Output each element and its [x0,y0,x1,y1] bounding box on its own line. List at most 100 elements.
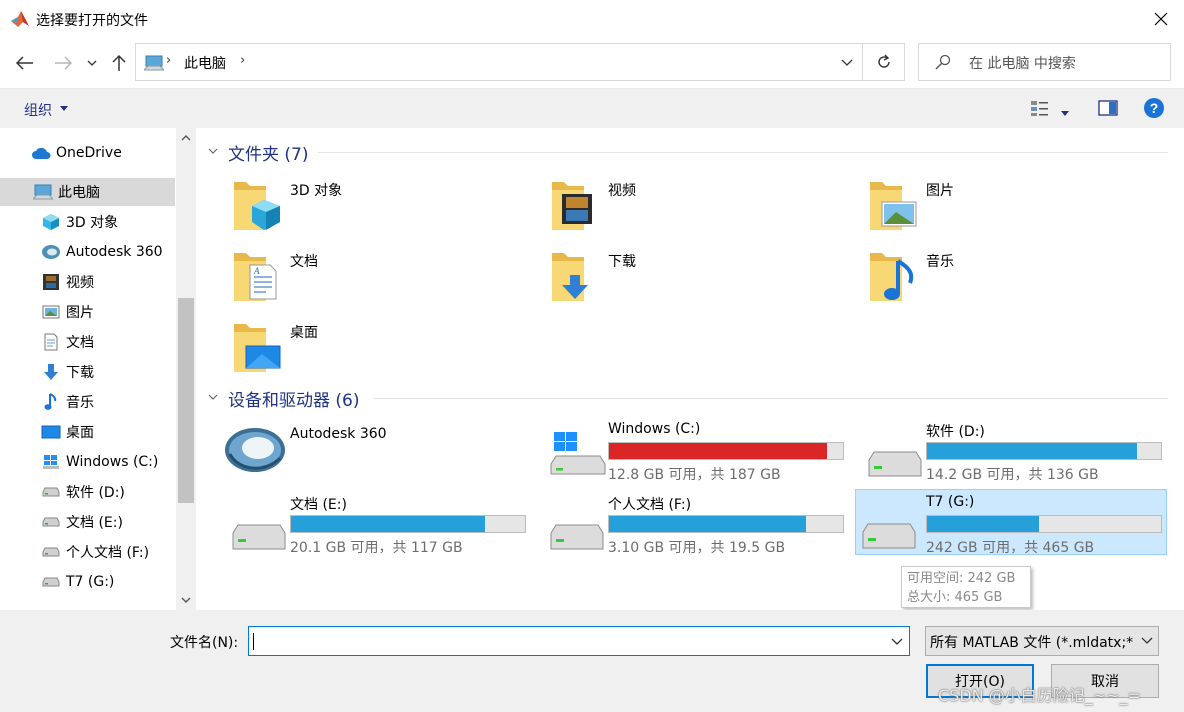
view-dropdown-button[interactable] [1060,105,1070,121]
file-type-dropdown-button[interactable] [1136,627,1158,655]
sidebar-item-desktop[interactable]: 桌面 [0,418,175,446]
drive-info: 242 GB 可用，共 465 GB [926,540,1095,556]
preview-pane-button[interactable] [1098,99,1118,121]
sidebar-item-label: 视频 [66,275,94,291]
drive-info: 3.10 GB 可用，共 19.5 GB [608,540,786,556]
computer-icon [32,183,54,201]
file-list-pane: 文件夹 (7) 3D 对象 视频 图片 A 文档 下载 音乐 桌面 设备和驱动器… [196,128,1184,610]
drive-icon [40,513,62,531]
help-button[interactable]: ? [1143,97,1165,123]
sidebar-item-label: 软件 (D:) [66,485,125,501]
view-options-button[interactable] [1030,99,1050,121]
drive-c[interactable]: Windows (C:) 12.8 GB 可用，共 187 GB [542,420,854,486]
drive-usage-bar [926,442,1162,460]
drive-e[interactable]: 文档 (E:) 20.1 GB 可用，共 117 GB [224,493,536,559]
search-box[interactable]: 在 此电脑 中搜索 [918,43,1171,81]
sidebar-item-drive-c[interactable]: Windows (C:) [0,448,175,476]
breadcrumb-separator-icon[interactable]: › [240,53,245,68]
group-header-label: 文件夹 (7) [228,145,309,165]
sidebar-item-videos[interactable]: 视频 [0,268,175,296]
file-type-select[interactable]: 所有 MATLAB 文件 (*.mldatx;* [925,626,1159,656]
folder-videos-icon [552,182,592,230]
scroll-up-button[interactable] [176,128,196,148]
drive-name: 软件 (D:) [926,424,985,440]
drive-usage-bar [926,515,1162,533]
chevron-down-icon [841,59,853,66]
folder-pictures-icon [870,182,917,230]
drive-info: 14.2 GB 可用，共 136 GB [926,467,1099,483]
drive-g[interactable]: T7 (G:) 242 GB 可用，共 465 GB [855,489,1167,556]
address-dropdown-button[interactable] [832,44,862,80]
sidebar-item-label: 文档 (E:) [66,515,123,531]
autodesk-icon [225,428,285,472]
sidebar-item-drive-g[interactable]: T7 (G:) [0,568,175,596]
computer-icon [144,55,164,71]
group-header-devices[interactable]: 设备和驱动器 (6) [196,386,1176,412]
folder-pictures[interactable]: 图片 [868,178,1168,244]
folder-name: 文档 [290,254,318,270]
drive-f[interactable]: 个人文档 (F:) 3.10 GB 可用，共 19.5 GB [542,493,854,559]
organize-menu-button[interactable]: 组织 [24,100,52,120]
breadcrumb[interactable]: 此电脑 [184,53,226,73]
arrow-left-icon [16,56,33,70]
drive-usage-fill [927,516,1040,532]
sidebar-item-label: T7 (G:) [66,574,115,590]
folder-music-icon [870,253,914,301]
folder-downloads[interactable]: 下载 [550,249,850,315]
refresh-icon [877,54,890,68]
drive-info: 12.8 GB 可用，共 187 GB [608,467,781,483]
sidebar-scrollbar[interactable] [176,128,196,610]
drive-icon [40,573,62,591]
drive-info: 20.1 GB 可用，共 117 GB [290,540,463,556]
cloud-icon [30,144,52,162]
folder-videos[interactable]: 视频 [550,178,850,244]
recent-locations-button[interactable] [80,50,104,76]
drive-d[interactable]: 软件 (D:) 14.2 GB 可用，共 136 GB [860,420,1172,486]
address-bar[interactable]: › 此电脑 › [135,43,863,81]
sidebar-item-drive-d[interactable]: 软件 (D:) [0,478,175,506]
sidebar-item-label: Windows (C:) [66,454,159,470]
chevron-down-icon [181,597,191,603]
chevron-down-icon [87,60,97,66]
up-button[interactable] [106,50,132,76]
sidebar-item-drive-e[interactable]: 文档 (E:) [0,508,175,536]
folder-documents[interactable]: A 文档 [232,249,532,315]
scroll-down-button[interactable] [176,590,196,610]
sidebar-item-autodesk-360[interactable]: Autodesk 360 [0,238,175,266]
drive-name: 文档 (E:) [290,497,347,513]
folder-music[interactable]: 音乐 [868,249,1168,315]
caret-down-icon [1061,111,1069,116]
help-icon: ? [1144,98,1164,118]
sidebar-item-music[interactable]: 音乐 [0,388,175,416]
view-options-icon [1031,101,1048,116]
sidebar-item-this-pc[interactable]: 此电脑 [0,178,175,206]
sidebar-item-documents[interactable]: 文档 [0,328,175,356]
refresh-button[interactable] [863,43,905,81]
tooltip-free-space: 可用空间: 242 GB [907,571,1016,586]
folder-name: 视频 [608,183,636,199]
sidebar-item-3d-objects[interactable]: 3D 对象 [0,208,175,236]
window-title: 选择要打开的文件 [36,13,148,29]
drive-icon [550,524,604,550]
back-button[interactable] [12,50,38,76]
chevron-down-icon[interactable] [891,634,903,648]
close-button[interactable] [1138,0,1184,38]
folder-desktop[interactable]: 桌面 [232,320,532,386]
sidebar-item-drive-f[interactable]: 个人文档 (F:) [0,538,175,566]
chevron-up-icon [181,135,191,141]
sidebar-item-downloads[interactable]: 下载 [0,358,175,386]
scroll-thumb[interactable] [178,298,194,503]
group-header-folders[interactable]: 文件夹 (7) [196,140,1176,166]
picture-icon [40,303,62,321]
sidebar-item-pictures[interactable]: 图片 [0,298,175,326]
sidebar-item-label: 个人文档 (F:) [66,545,150,561]
sidebar-item-label: 3D 对象 [66,215,119,231]
filename-input[interactable] [248,626,910,656]
device-autodesk-360[interactable]: Autodesk 360 [224,424,524,490]
forward-button[interactable] [50,50,76,76]
drive-usage-fill [927,443,1137,459]
chevron-down-icon [208,148,218,154]
sidebar-item-onedrive[interactable]: OneDrive [0,139,175,167]
drive-usage-bar [608,515,844,533]
folder-3d-objects[interactable]: 3D 对象 [232,178,532,244]
